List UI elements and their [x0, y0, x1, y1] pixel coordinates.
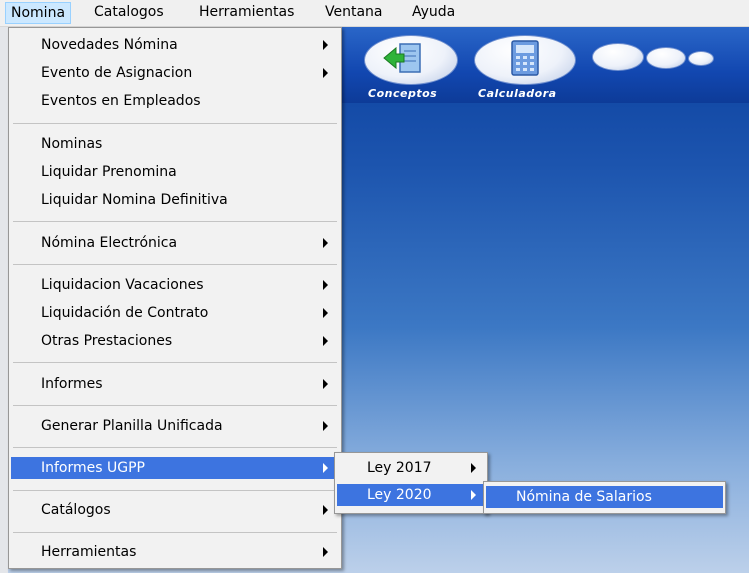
menu-item-nominas[interactable]: Nominas	[11, 133, 339, 155]
menubar-item-catalogos[interactable]: Catalogos	[89, 2, 169, 24]
submenu-arrow-icon	[323, 238, 328, 248]
menu-item-liquidacion-contrato[interactable]: Liquidación de Contrato	[11, 302, 339, 324]
submenu-arrow-icon	[323, 336, 328, 346]
menu-item-liquidacion-vacaciones[interactable]: Liquidacion Vacaciones	[11, 274, 339, 296]
menu-separator	[13, 405, 337, 406]
menu-separator	[13, 490, 337, 491]
menu-item-label: Liquidar Nomina Definitiva	[41, 192, 228, 208]
menu-item-herramientas[interactable]: Herramientas	[11, 541, 339, 563]
menu-separator	[13, 532, 337, 533]
menu-item-evento-asignacion[interactable]: Evento de Asignacion	[11, 62, 339, 84]
menu-item-ley-2017[interactable]: Ley 2017	[337, 457, 485, 479]
submenu-arrow-icon	[323, 505, 328, 515]
menu-item-nomina-de-salarios[interactable]: Nómina de Salarios	[486, 486, 723, 508]
submenu-arrow-icon	[471, 490, 476, 500]
submenu-arrow-icon	[323, 379, 328, 389]
calculator-icon	[511, 40, 539, 76]
menu-item-label: Informes UGPP	[41, 460, 145, 476]
submenu-arrow-icon	[323, 421, 328, 431]
toolbar-button-conceptos[interactable]: Conceptos	[360, 33, 460, 100]
menu-item-label: Nominas	[41, 136, 103, 152]
menu-item-otras-prestaciones[interactable]: Otras Prestaciones	[11, 330, 339, 352]
menu-item-label: Liquidacion Vacaciones	[41, 277, 204, 293]
menu-item-label: Otras Prestaciones	[41, 333, 173, 349]
menu-item-label: Nómina de Salarios	[516, 489, 652, 505]
ley-2020-submenu: Nómina de Salarios	[483, 481, 726, 514]
menu-item-label: Catálogos	[41, 502, 111, 518]
menubar-item-ventana[interactable]: Ventana	[320, 2, 388, 24]
menu-item-label: Novedades Nómina	[41, 37, 178, 53]
menu-item-label: Ley 2017	[367, 460, 432, 476]
menu-item-nomina-electronica[interactable]: Nómina Electrónica	[11, 232, 339, 254]
menubar: Nomina Catalogos Herramientas Ventana Ay…	[0, 0, 749, 27]
toolbar-label-calculadora: Calculadora	[478, 87, 557, 100]
menu-item-ley-2020[interactable]: Ley 2020	[337, 484, 485, 506]
menu-item-generar-planilla-unificada[interactable]: Generar Planilla Unificada	[11, 415, 339, 437]
submenu-arrow-icon	[323, 68, 328, 78]
menu-item-eventos-empleados[interactable]: Eventos en Empleados	[11, 90, 339, 112]
menu-item-liquidar-nomina-definitiva[interactable]: Liquidar Nomina Definitiva	[11, 189, 339, 211]
menu-item-novedades-nomina[interactable]: Novedades Nómina	[11, 34, 339, 56]
menu-item-informes[interactable]: Informes	[11, 373, 339, 395]
submenu-arrow-icon	[323, 463, 328, 473]
menu-item-label: Informes	[41, 376, 103, 392]
menu-item-label: Liquidación de Contrato	[41, 305, 209, 321]
menubar-item-ayuda[interactable]: Ayuda	[407, 2, 460, 24]
menu-item-label: Generar Planilla Unificada	[41, 418, 223, 434]
menu-separator	[13, 123, 337, 124]
informes-ugpp-submenu: Ley 2017 Ley 2020	[334, 452, 488, 514]
menu-item-catalogos[interactable]: Catálogos	[11, 499, 339, 521]
menu-item-liquidar-prenomina[interactable]: Liquidar Prenomina	[11, 161, 339, 183]
menu-item-label: Eventos en Empleados	[41, 93, 201, 109]
menu-separator	[13, 264, 337, 265]
menu-separator	[13, 221, 337, 222]
menu-item-label: Herramientas	[41, 544, 137, 560]
menu-separator	[13, 362, 337, 363]
submenu-arrow-icon	[323, 40, 328, 50]
menu-item-label: Evento de Asignacion	[41, 65, 193, 81]
nomina-dropdown-menu: Novedades Nómina Evento de Asignacion Ev…	[8, 27, 342, 569]
green-arrow-document-icon	[383, 43, 421, 73]
menu-item-label: Nómina Electrónica	[41, 235, 178, 251]
menu-item-informes-ugpp[interactable]: Informes UGPP	[11, 457, 339, 479]
submenu-arrow-icon	[323, 547, 328, 557]
toolbar-button-blank-2[interactable]	[646, 47, 686, 69]
menubar-item-herramientas[interactable]: Herramientas	[194, 2, 299, 24]
submenu-arrow-icon	[323, 308, 328, 318]
toolbar-button-blank-1[interactable]	[592, 43, 644, 71]
submenu-arrow-icon	[323, 280, 328, 290]
toolbar-label-conceptos: Conceptos	[368, 87, 438, 100]
menubar-item-nomina[interactable]: Nomina	[5, 2, 72, 24]
submenu-arrow-icon	[471, 463, 476, 473]
toolbar-button-calculadora[interactable]: Calculadora	[472, 33, 582, 100]
menu-separator	[13, 447, 337, 448]
menu-item-label: Liquidar Prenomina	[41, 164, 177, 180]
menu-item-label: Ley 2020	[367, 487, 432, 503]
toolbar-button-blank-3[interactable]	[688, 51, 714, 66]
left-window-strip	[0, 27, 8, 573]
